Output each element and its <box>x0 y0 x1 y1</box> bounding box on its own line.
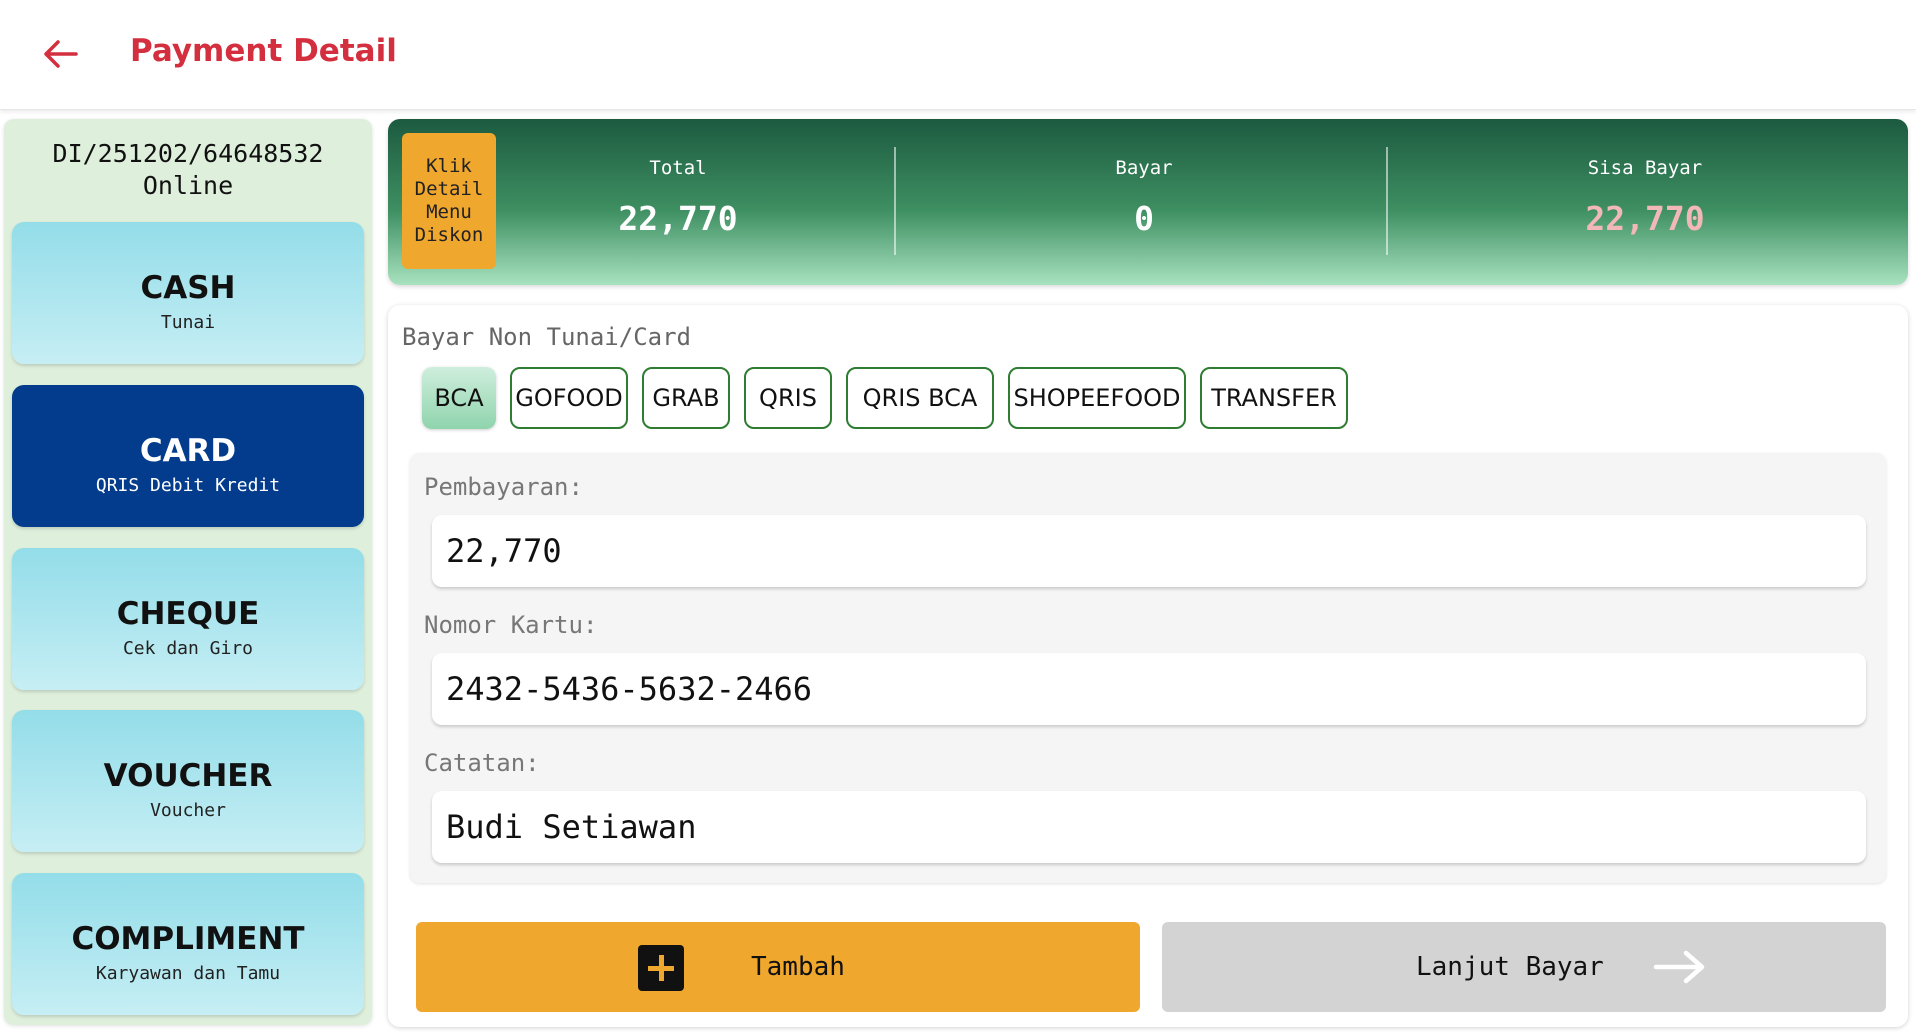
tambah-label: Tambah <box>751 952 845 982</box>
method-subtitle: Tunai <box>160 312 216 333</box>
pembayaran-label: Pembayaran: <box>424 473 583 501</box>
summary-divider <box>1386 147 1388 255</box>
diskon-detail-button[interactable]: Klik Detail Menu Diskon <box>402 133 496 269</box>
app-header: Payment Detail <box>0 0 1916 110</box>
method-title: CASH <box>140 270 236 306</box>
method-cheque-button[interactable]: CHEQUE Cek dan Giro <box>12 548 364 690</box>
order-status: Online <box>142 171 234 200</box>
method-subtitle: Cek dan Giro <box>122 638 254 659</box>
catatan-input[interactable] <box>432 791 1866 863</box>
bank-chip-qris[interactable]: QRIS <box>744 367 832 429</box>
page-title: Payment Detail <box>130 33 397 69</box>
section-title: Bayar Non Tunai/Card <box>402 323 691 351</box>
bayar-label: Bayar <box>1115 157 1173 179</box>
payment-method-sidebar: DI/251202/64648532 Online CASH Tunai CAR… <box>4 119 372 1025</box>
plus-square-icon <box>638 945 684 991</box>
arrow-right-icon <box>1653 950 1705 984</box>
catatan-label: Catatan: <box>424 749 540 777</box>
method-voucher-button[interactable]: VOUCHER Voucher <box>12 710 364 852</box>
method-title: CARD <box>139 433 237 469</box>
total-value: 22,770 <box>618 199 738 238</box>
nomor-kartu-input[interactable] <box>432 653 1866 725</box>
tambah-button[interactable]: Tambah <box>416 922 1140 1012</box>
bank-chip-transfer[interactable]: TRANSFER <box>1200 367 1348 429</box>
bayar-value: 0 <box>1134 199 1154 238</box>
summary-divider <box>894 147 896 255</box>
bank-chip-gofood[interactable]: GOFOOD <box>510 367 628 429</box>
method-title: VOUCHER <box>103 758 273 794</box>
total-summary: Total 22,770 <box>578 157 778 238</box>
method-compliment-button[interactable]: COMPLIMENT Karyawan dan Tamu <box>12 873 364 1015</box>
order-id: DI/251202/64648532 <box>52 139 324 168</box>
pembayaran-input[interactable] <box>432 515 1866 587</box>
payment-form-panel: Pembayaran: Nomor Kartu: Catatan: <box>410 453 1886 883</box>
sisa-value: 22,770 <box>1585 199 1705 238</box>
bank-chip-shopeefood[interactable]: SHOPEEFOOD <box>1008 367 1186 429</box>
arrow-left-icon[interactable] <box>40 34 80 74</box>
method-title: COMPLIMENT <box>71 921 305 957</box>
lanjut-bayar-label: Lanjut Bayar <box>1416 952 1604 982</box>
method-subtitle: Voucher <box>150 800 226 821</box>
payment-summary: Klik Detail Menu Diskon Total 22,770 Bay… <box>388 119 1908 285</box>
nomor-kartu-label: Nomor Kartu: <box>424 611 598 639</box>
total-label: Total <box>649 157 707 179</box>
bayar-summary: Bayar 0 <box>1044 157 1244 238</box>
bank-chip-grab[interactable]: GRAB <box>642 367 730 429</box>
method-subtitle: Karyawan dan Tamu <box>95 963 281 984</box>
method-subtitle: QRIS Debit Kredit <box>95 475 281 496</box>
method-card-button[interactable]: CARD QRIS Debit Kredit <box>12 385 364 527</box>
bank-chip-qris-bca[interactable]: QRIS BCA <box>846 367 994 429</box>
method-cash-button[interactable]: CASH Tunai <box>12 222 364 364</box>
sisa-label: Sisa Bayar <box>1587 157 1703 179</box>
payment-form-card: Bayar Non Tunai/Card BCA GOFOOD GRAB QRI… <box>388 305 1908 1027</box>
bank-chip-bca[interactable]: BCA <box>422 367 496 429</box>
lanjut-bayar-button[interactable]: Lanjut Bayar <box>1162 922 1886 1012</box>
method-title: CHEQUE <box>116 596 260 632</box>
sisa-summary: Sisa Bayar 22,770 <box>1520 157 1770 238</box>
